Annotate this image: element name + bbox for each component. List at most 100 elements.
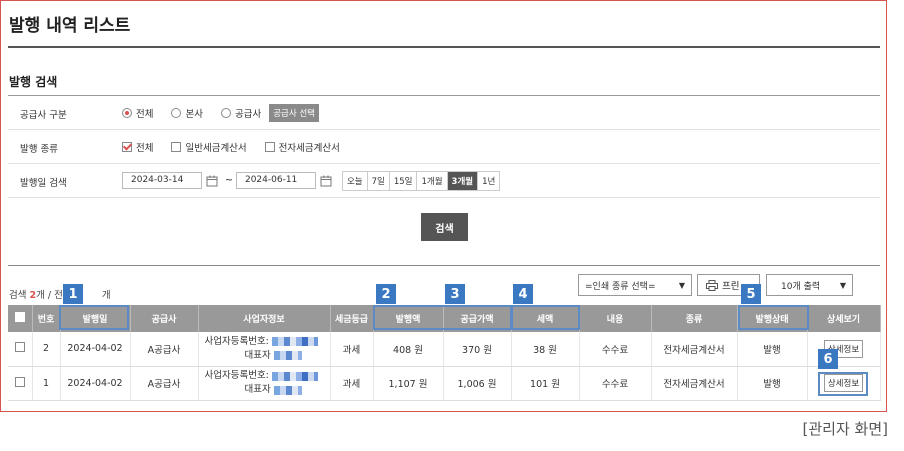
count-prefix: 검색 <box>9 290 27 301</box>
col-no: 번호 <box>32 305 61 332</box>
check-electronic[interactable] <box>264 141 275 152</box>
radio-supplier-label: 공급사 <box>234 108 262 120</box>
row-checkbox[interactable] <box>14 342 25 353</box>
annotation-badge-2: 2 <box>376 284 396 304</box>
calendar-icon[interactable] <box>206 175 218 187</box>
annotation-badge-3: 3 <box>445 284 465 304</box>
result-count: 검색 2개 / 전 개 <box>9 287 111 301</box>
col-biz-info: 사업자정보 <box>198 305 331 332</box>
date-from-input[interactable]: 2024-03-14 <box>122 172 202 189</box>
col-supplier: 공급사 <box>130 305 199 332</box>
chevron-down-icon: ▼ <box>839 280 846 290</box>
annotation-badge-6: 6 <box>818 349 838 369</box>
cell-supply: 1,006 원 <box>443 366 512 401</box>
masked-rep-name <box>273 385 302 395</box>
date-range-buttons: 오늘 7일 15일 1개월 3개월 1년 <box>341 170 501 191</box>
highlight-amount-supply-columns <box>373 305 513 330</box>
check-all[interactable] <box>122 141 132 152</box>
table-row: 1 2024-04-02 A공급사 사업자등록번호: 대표자 과세 1,107 … <box>8 366 881 401</box>
list-divider <box>8 265 880 266</box>
per-page-select[interactable]: 10개 출력 ▼ <box>766 274 853 296</box>
supplier-select-button[interactable]: 공급사 선택 <box>269 103 320 122</box>
screen-caption: [관리자 화면] <box>802 420 888 438</box>
count-total-unit: 개 <box>101 290 111 301</box>
type-label: 발행 종류 <box>20 144 58 155</box>
date-to-input[interactable]: 2024-06-11 <box>235 172 316 189</box>
range-1y[interactable]: 1년 <box>478 172 499 190</box>
row-check-cell <box>8 366 33 401</box>
search-filter: 공급사 구분 전체 본사 공급사 공급사 선택 발행 종류 전체 일반세금계산서… <box>8 95 880 198</box>
count-total-prefix: / 전 <box>47 290 63 301</box>
range-15d[interactable]: 15일 <box>390 171 418 190</box>
cell-amount: 1,107 원 <box>373 366 444 401</box>
printer-icon <box>706 279 718 291</box>
supplier-label: 공급사 구분 <box>20 110 67 121</box>
col-kind: 종류 <box>651 305 738 332</box>
cell-supply: 370 원 <box>443 332 512 367</box>
highlight-vat-column <box>510 305 580 330</box>
search-button[interactable]: 검색 <box>421 213 468 241</box>
cell-status: 발행 <box>737 332 808 367</box>
select-all-checkbox[interactable] <box>14 312 25 322</box>
annotation-badge-5: 5 <box>741 284 761 304</box>
masked-rep-name <box>273 351 302 361</box>
table-row: 2 2024-04-02 A공급사 사업자등록번호: 대표자 과세 408 원 … <box>8 332 881 367</box>
cell-kind: 전자세금계산서 <box>651 366 738 401</box>
calendar-icon[interactable] <box>320 175 332 187</box>
radio-all-label: 전체 <box>136 108 154 120</box>
cell-supplier: A공급사 <box>130 332 199 367</box>
radio-hq-label: 본사 <box>185 108 203 120</box>
radio-all[interactable] <box>122 107 132 118</box>
check-electronic-label: 전자세금계산서 <box>278 142 340 154</box>
range-1m[interactable]: 1개월 <box>417 171 448 190</box>
check-all-label: 전체 <box>136 142 154 154</box>
cell-tax: 과세 <box>330 366 374 401</box>
check-general[interactable] <box>171 141 182 152</box>
search-section-title: 발행 검색 <box>9 75 58 89</box>
filter-row-supplier: 공급사 구분 전체 본사 공급사 공급사 선택 <box>8 96 880 130</box>
range-today[interactable]: 오늘 <box>343 171 368 190</box>
date-label: 발행일 검색 <box>20 178 67 189</box>
col-content: 내용 <box>579 305 652 332</box>
print-type-select[interactable]: =인쇄 종류 선택= ▼ <box>578 274 692 296</box>
cell-vat: 101 원 <box>511 366 580 401</box>
cell-content: 수수료 <box>579 332 652 367</box>
range-7d[interactable]: 7일 <box>368 171 390 190</box>
masked-biz-number <box>271 371 318 381</box>
col-detail: 상세보기 <box>807 305 881 332</box>
cell-tax: 과세 <box>330 332 374 367</box>
biz-no-label: 사업자등록번호: <box>204 370 269 381</box>
print-button-label: 프린 <box>722 281 740 292</box>
cell-no: 1 <box>32 366 61 401</box>
masked-biz-number <box>271 337 318 347</box>
page-title: 발행 내역 리스트 <box>9 16 131 36</box>
biz-no-label: 사업자등록번호: <box>204 335 269 347</box>
cell-biz-info: 사업자등록번호: 대표자 <box>198 332 331 367</box>
title-divider <box>8 46 880 48</box>
highlight-detail-button <box>818 372 868 396</box>
count-unit: 개 <box>36 290 45 301</box>
chevron-down-icon: ▼ <box>678 280 685 290</box>
cell-status: 발행 <box>737 366 808 401</box>
cell-content: 수수료 <box>579 366 652 401</box>
admin-panel: 발행 내역 리스트 발행 검색 공급사 구분 전체 본사 공급사 공급사 선택 … <box>0 0 887 412</box>
row-checkbox[interactable] <box>14 376 25 387</box>
radio-hq[interactable] <box>171 107 182 118</box>
select-all-cell <box>8 305 33 332</box>
highlight-date-column <box>59 305 129 330</box>
date-separator: ~ <box>225 175 233 186</box>
rep-label: 대표자 <box>244 384 271 395</box>
cell-no: 2 <box>32 332 61 367</box>
filter-row-type: 발행 종류 전체 일반세금계산서 전자세금계산서 <box>8 130 880 164</box>
per-page-value: 10개 출력 <box>781 281 821 292</box>
cell-supplier: A공급사 <box>130 366 199 401</box>
radio-supplier[interactable] <box>220 107 231 118</box>
cell-kind: 전자세금계산서 <box>651 332 738 367</box>
cell-date: 2024-04-02 <box>60 332 131 367</box>
check-general-label: 일반세금계산서 <box>185 142 247 154</box>
cell-biz-info: 사업자등록번호: 대표자 <box>198 366 331 401</box>
annotation-badge-4: 4 <box>513 284 533 304</box>
cell-amount: 408 원 <box>373 332 444 367</box>
col-tax-grade: 세금등급 <box>330 305 374 332</box>
range-3m[interactable]: 3개월 <box>447 171 479 190</box>
